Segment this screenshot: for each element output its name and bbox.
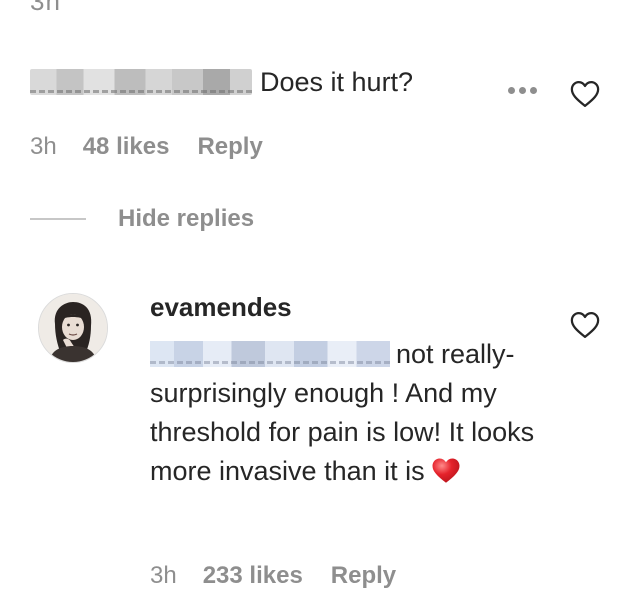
comment-2-likes[interactable]: 233 likes — [203, 562, 303, 590]
comment-1-likes[interactable]: 48 likes — [83, 133, 170, 161]
comment-1-meta: 3h 48 likes Reply — [30, 133, 263, 161]
comment-2-reply-button[interactable]: Reply — [331, 562, 396, 590]
comment-1-reply-button[interactable]: Reply — [197, 133, 262, 161]
like-comment-2-icon[interactable] — [570, 311, 600, 339]
comment-1-time: 3h — [30, 133, 57, 160]
comment-2-username[interactable]: evamendes — [150, 292, 292, 323]
dot — [508, 86, 515, 94]
comment-1: Does it hurt? — [30, 62, 413, 102]
redacted-mention — [150, 341, 390, 367]
replies-divider — [30, 218, 86, 220]
dot — [519, 86, 526, 94]
hide-replies-label[interactable]: Hide replies — [118, 205, 254, 233]
avatar-image — [39, 294, 107, 362]
like-comment-1-icon[interactable] — [570, 80, 600, 108]
comment-2-time: 3h — [150, 562, 177, 589]
avatar[interactable] — [38, 293, 108, 363]
comment-1-text: Does it hurt? — [260, 66, 414, 97]
hide-replies-toggle[interactable]: Hide replies — [30, 205, 254, 233]
comment-2-body: not really-surprisingly enough ! And my … — [150, 335, 540, 491]
redacted-username — [30, 69, 252, 95]
more-options-icon[interactable] — [508, 80, 548, 100]
red-heart-emoji-icon — [432, 458, 460, 483]
dot — [530, 86, 537, 94]
comment-2-meta: 3h 233 likes Reply — [150, 562, 396, 590]
previous-comment-timestamp-fragment: 3h — [30, 0, 61, 16]
